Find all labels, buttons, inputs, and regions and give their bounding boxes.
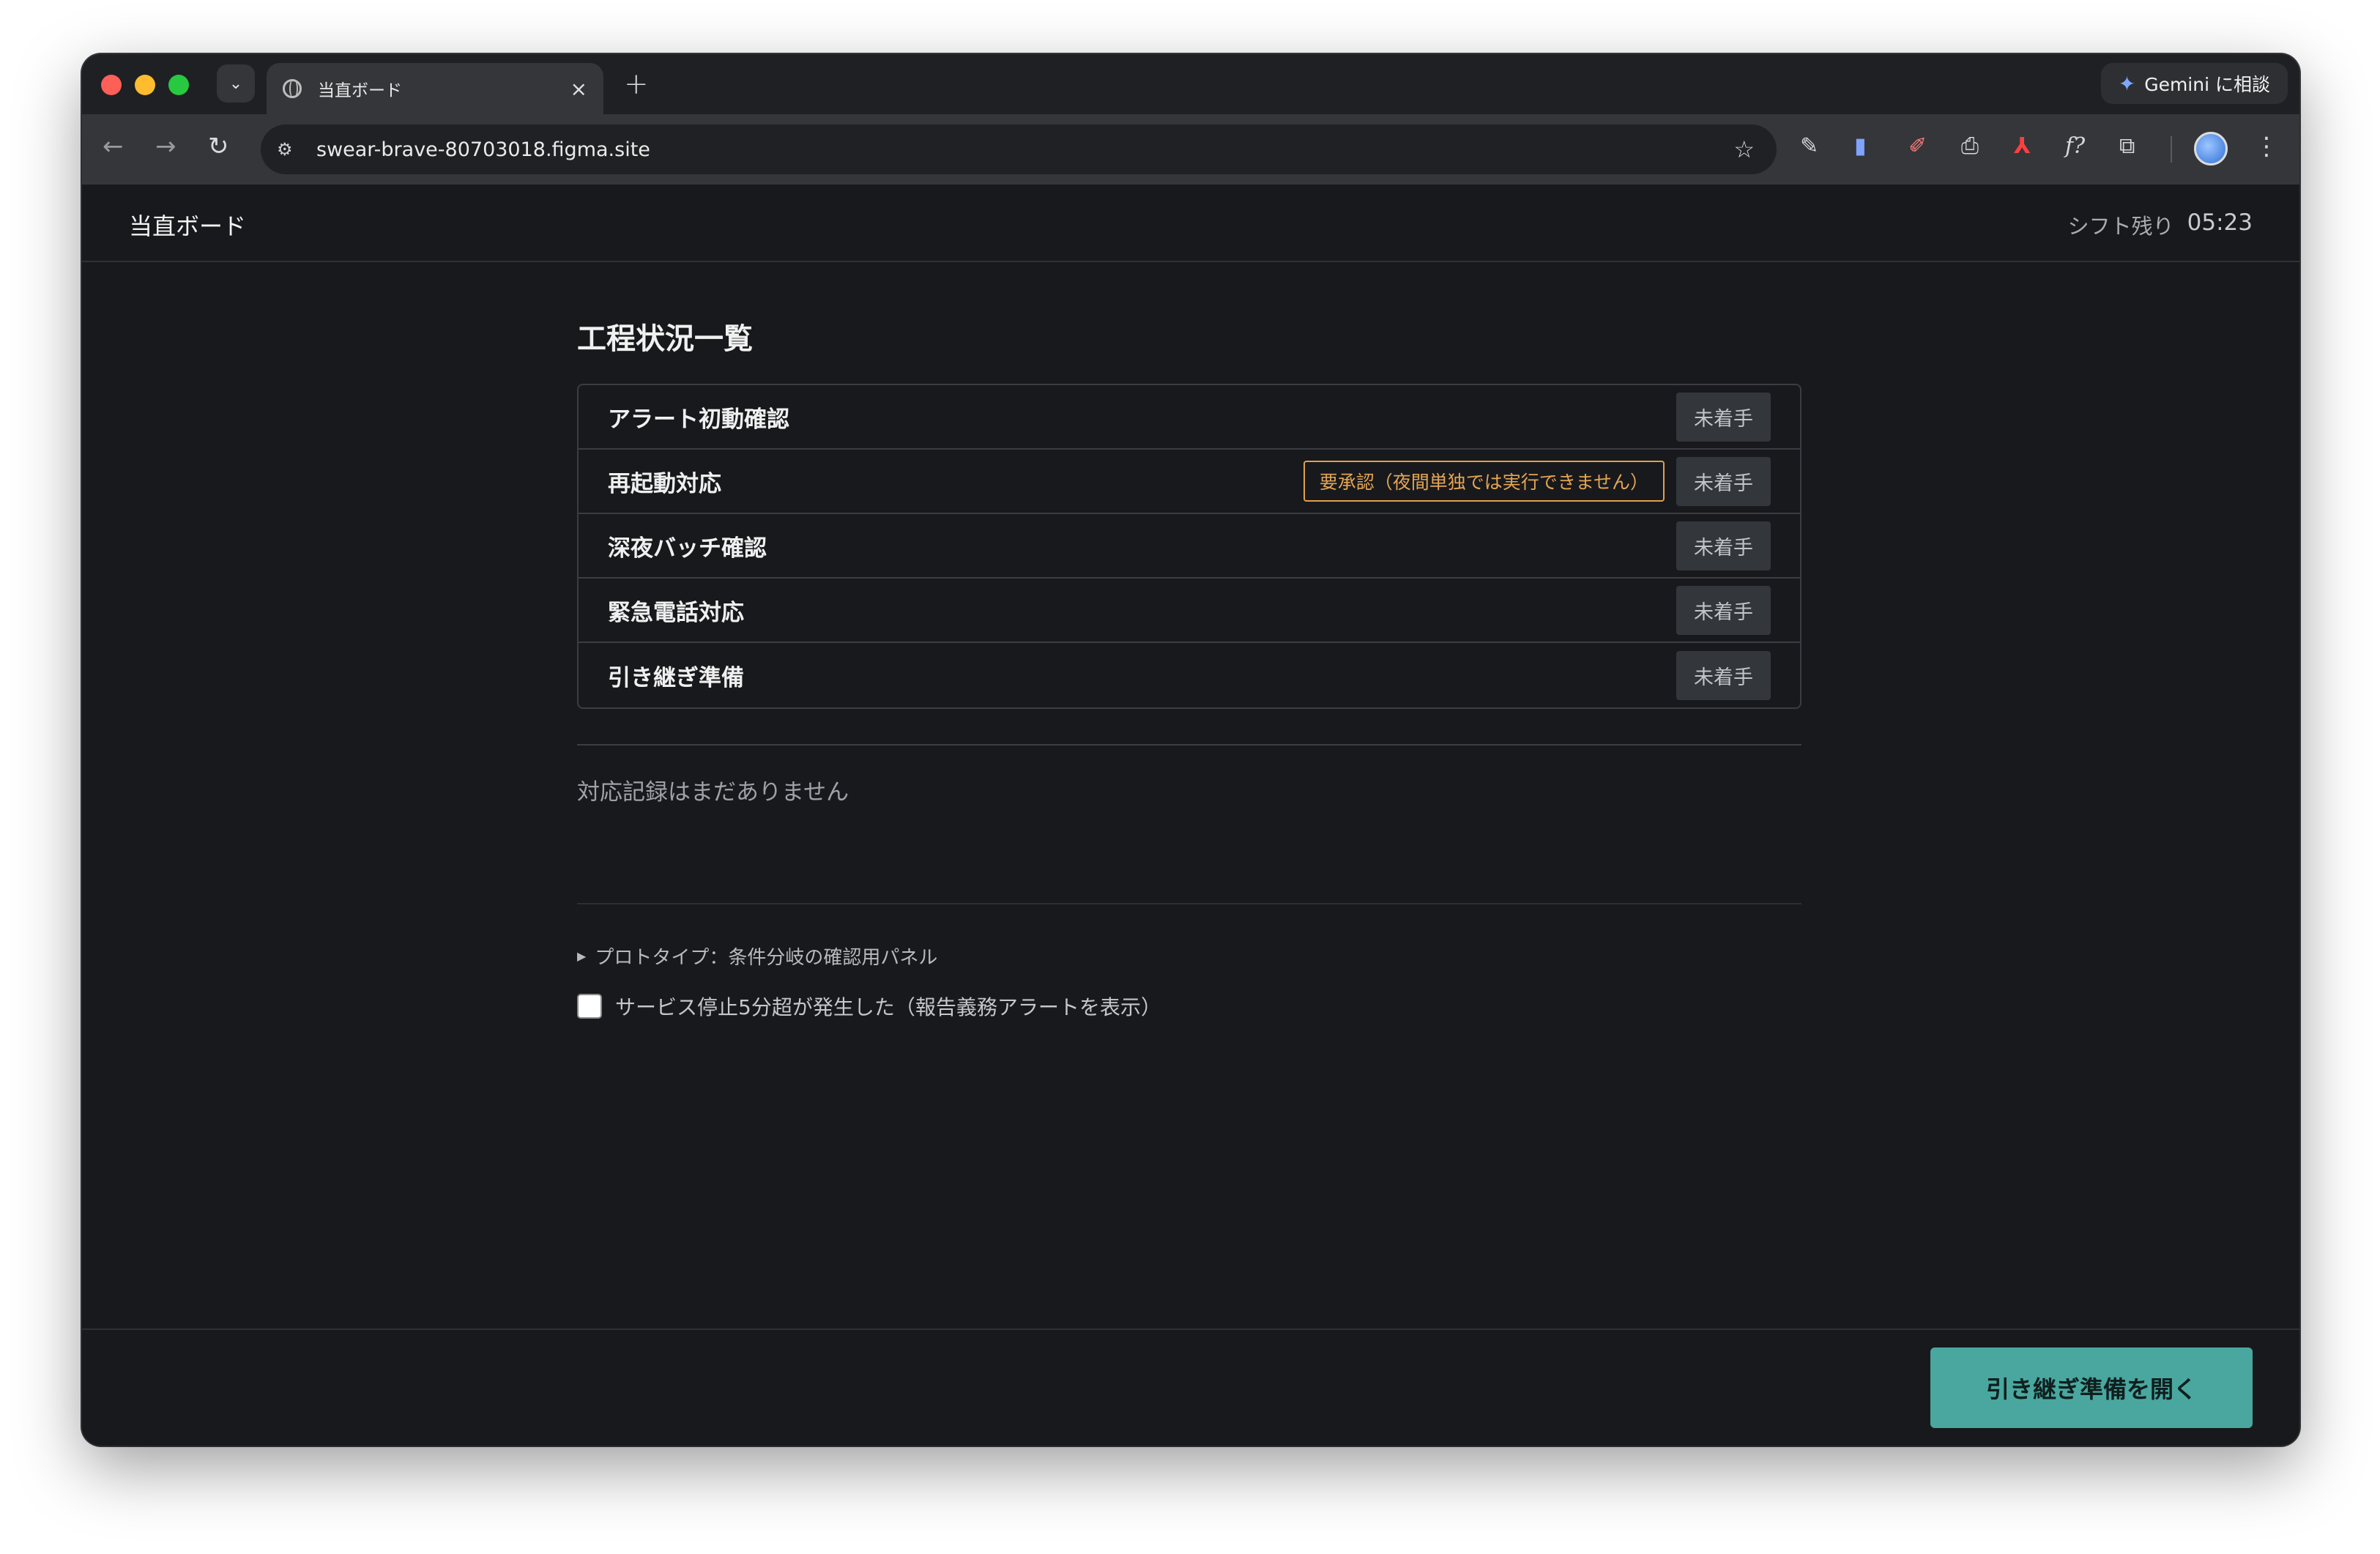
status-badge: 未着手 [1676, 650, 1771, 700]
prototype-summary-label: プロトタイプ：条件分岐の確認用パネル [595, 947, 938, 969]
mobile-extension-icon[interactable]: ▮ [1854, 133, 1867, 159]
printer-extension-icon[interactable]: ⎙ [1961, 133, 1979, 159]
outage-checkbox[interactable] [577, 994, 602, 1019]
task-list: アラート初動確認 未着手 再起動対応 要承認（夜間単独では実行できません） 未着… [577, 384, 1801, 709]
footer-bar: 引き継ぎ準備を開く [82, 1328, 2299, 1446]
outage-checkbox-label[interactable]: サービス停止5分超が発生した（報告義務アラートを表示） [615, 992, 1161, 1021]
maximize-window-button[interactable] [168, 75, 189, 95]
shift-time: 05:23 [2187, 209, 2253, 236]
section-divider [577, 744, 1801, 746]
minimize-window-button[interactable] [135, 75, 155, 95]
tab-strip: ⌄ 当直ボード × + ✦ Gemini に相談 [82, 54, 2299, 114]
globe-icon [283, 79, 302, 98]
eyedropper-extension-icon[interactable]: ✎ [1800, 133, 1818, 159]
prototype-panel-toggle[interactable]: ▶ プロトタイプ：条件分岐の確認用パネル [577, 943, 1801, 970]
task-row[interactable]: 再起動対応 要承認（夜間単独では実行できません） 未着手 [579, 450, 1800, 514]
app-title: 当直ボード [129, 212, 247, 240]
reload-icon[interactable]: ↻ [208, 132, 229, 161]
task-name: 緊急電話対応 [608, 599, 744, 626]
caret-right-icon: ▶ [577, 949, 587, 963]
gemini-button[interactable]: ✦ Gemini に相談 [2100, 63, 2288, 104]
close-window-button[interactable] [101, 75, 122, 95]
open-handover-button[interactable]: 引き継ぎ準備を開く [1930, 1347, 2253, 1428]
chevron-down-icon: ⌄ [228, 74, 243, 93]
forward-arrow-icon[interactable]: → [155, 132, 176, 161]
task-row[interactable]: 引き継ぎ準備 未着手 [579, 643, 1800, 707]
task-name: 引き継ぎ準備 [608, 664, 744, 691]
browser-window: ⌄ 当直ボード × + ✦ Gemini に相談 ← → ↻ ⚙ swear-b… [82, 54, 2299, 1446]
gemini-spark-icon: ✦ [2118, 71, 2136, 96]
task-row[interactable]: 深夜バッチ確認 未着手 [579, 514, 1800, 579]
approval-required-badge: 要承認（夜間単独では実行できません） [1303, 461, 1665, 502]
status-badge: 未着手 [1676, 585, 1771, 635]
function-extension-icon[interactable]: f? [2065, 133, 2085, 159]
outage-checkbox-row[interactable]: サービス停止5分超が発生した（報告義務アラートを表示） [577, 992, 1801, 1021]
kebab-menu-icon[interactable]: ⋮ [2254, 132, 2279, 161]
browser-tab[interactable]: 当直ボード × [267, 63, 603, 114]
status-badge: 未着手 [1676, 392, 1771, 442]
browser-toolbar: ← → ↻ ⚙ swear-brave-80703018.figma.site … [82, 114, 2299, 185]
main-panel: 工程状況一覧 アラート初動確認 未着手 再起動対応 要承認（夜間単独では実行でき… [577, 315, 1801, 1021]
tab-title: 当直ボード [318, 81, 402, 100]
task-row[interactable]: 緊急電話対応 未着手 [579, 579, 1800, 643]
empty-log-message: 対応記録はまだありません [577, 779, 849, 806]
profile-avatar[interactable] [2194, 132, 2228, 166]
toolbar-divider [2171, 136, 2172, 163]
task-name: 深夜バッチ確認 [608, 535, 767, 562]
section-title: 工程状況一覧 [577, 322, 753, 356]
page-content: 当直ボード シフト残り 05:23 工程状況一覧 アラート初動確認 未着手 再起… [82, 185, 2299, 1446]
pdf-extension-icon[interactable]: ⅄ [2014, 133, 2031, 159]
puzzle-extensions-icon[interactable]: ⧉ [2119, 133, 2135, 159]
site-settings-icon[interactable]: ⚙ [277, 139, 306, 160]
back-arrow-icon[interactable]: ← [103, 132, 124, 161]
new-tab-button[interactable]: + [624, 67, 649, 101]
url-text[interactable]: swear-brave-80703018.figma.site [316, 138, 1733, 161]
pen-extension-icon[interactable]: ✐ [1908, 133, 1927, 159]
task-row[interactable]: アラート初動確認 未着手 [579, 385, 1800, 450]
section-divider [577, 903, 1801, 904]
address-bar[interactable]: ⚙ swear-brave-80703018.figma.site ☆ [261, 124, 1777, 174]
app-header: 当直ボード シフト残り 05:23 [82, 185, 2299, 262]
status-badge: 未着手 [1676, 521, 1771, 570]
bookmark-star-icon[interactable]: ☆ [1733, 135, 1755, 163]
tab-search-button[interactable]: ⌄ [217, 64, 255, 103]
close-tab-icon[interactable]: × [570, 77, 587, 101]
task-name: 再起動対応 [608, 470, 721, 497]
shift-remaining: シフト残り 05:23 [2068, 209, 2253, 240]
shift-label: シフト残り [2067, 214, 2174, 239]
status-badge: 未着手 [1676, 456, 1771, 506]
gemini-label: Gemini に相談 [2144, 74, 2270, 95]
task-name: アラート初動確認 [608, 406, 789, 433]
